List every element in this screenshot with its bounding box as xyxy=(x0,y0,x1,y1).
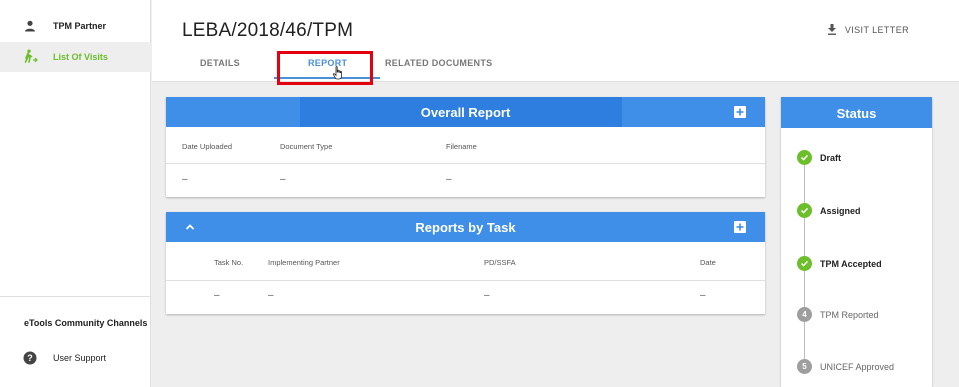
check-icon xyxy=(797,256,812,271)
status-step-assigned: Assigned xyxy=(797,203,861,218)
column-header-implementing-partner: Implementing Partner xyxy=(268,258,340,267)
status-step-label: Draft xyxy=(820,152,842,163)
status-connector xyxy=(804,322,805,360)
sidebar-item-label: List Of Visits xyxy=(53,52,108,62)
check-icon xyxy=(797,203,812,218)
visit-letter-button[interactable]: VISIT LETTER xyxy=(827,24,909,35)
check-icon xyxy=(797,150,812,165)
person-icon xyxy=(22,18,38,34)
step-number-badge: 4 xyxy=(797,307,812,322)
status-step-label: Assigned xyxy=(820,205,861,216)
status-step-label: UNICEF Approved xyxy=(820,361,895,372)
cell-pd-ssfa: – xyxy=(484,290,490,301)
plus-icon xyxy=(736,108,744,116)
reports-by-task-header: Reports by Task xyxy=(166,212,765,242)
status-step-draft: Draft xyxy=(797,150,841,165)
visit-letter-label: VISIT LETTER xyxy=(844,24,909,35)
status-panel: Status Draft Assigned TPM Accepted 4 TPM… xyxy=(781,97,932,387)
tab-related-documents[interactable]: RELATED DOCUMENTS xyxy=(385,58,492,68)
cell-task-no: – xyxy=(214,290,220,301)
status-connector xyxy=(804,218,805,258)
status-step-tpm-accepted: TPM Accepted xyxy=(797,256,882,271)
page-header: LEBA/2018/46/TPM VISIT LETTER DETAILS RE… xyxy=(152,0,959,85)
add-overall-report-button[interactable] xyxy=(734,106,746,118)
plus-icon xyxy=(736,223,744,231)
overall-report-header: Overall Report xyxy=(166,97,765,127)
sidebar-item-user-support[interactable]: ? User Support xyxy=(0,346,151,370)
community-channels-link[interactable]: eTools Community Channels xyxy=(24,318,147,328)
page-title: LEBA/2018/46/TPM xyxy=(182,20,354,41)
sidebar: TPM Partner List Of Visits eTools Commun… xyxy=(0,0,151,387)
row-divider xyxy=(166,163,765,164)
status-step-label: TPM Reported xyxy=(820,309,879,320)
status-connector xyxy=(804,165,805,205)
download-icon xyxy=(827,24,837,35)
add-task-report-button[interactable] xyxy=(734,221,746,233)
status-step-label: TPM Accepted xyxy=(820,258,882,269)
svg-text:?: ? xyxy=(27,353,33,363)
sidebar-item-label: TPM Partner xyxy=(53,21,107,31)
column-header-filename: Filename xyxy=(446,142,477,151)
tab-highlight-annotation xyxy=(277,51,373,85)
status-step-tpm-reported: 4 TPM Reported xyxy=(797,307,879,322)
tab-details[interactable]: DETAILS xyxy=(200,58,240,68)
cell-date-uploaded: – xyxy=(182,174,188,185)
sidebar-item-list-of-visits[interactable]: List Of Visits xyxy=(0,42,151,72)
cell-implementing-partner: – xyxy=(268,290,274,301)
status-title: Status xyxy=(781,97,932,128)
reports-by-task-card: Reports by Task Task No. Implementing Pa… xyxy=(166,212,765,314)
step-number-badge: 5 xyxy=(797,359,812,374)
row-divider xyxy=(166,280,765,281)
reports-by-task-title: Reports by Task xyxy=(415,220,516,235)
help-icon: ? xyxy=(22,350,38,366)
status-connector xyxy=(804,271,805,307)
column-header-task-no: Task No. xyxy=(214,258,244,267)
column-header-date-uploaded: Date Uploaded xyxy=(182,142,233,151)
overall-report-card: Overall Report Date Uploaded Document Ty… xyxy=(166,97,765,197)
cell-filename: – xyxy=(446,174,452,185)
cell-date: – xyxy=(700,290,706,301)
column-header-pd-ssfa: PD/SSFA xyxy=(484,258,516,267)
status-step-unicef-approved: 5 UNICEF Approved xyxy=(797,359,894,374)
walking-person-icon xyxy=(22,49,38,65)
sidebar-divider xyxy=(0,296,151,297)
sidebar-item-tpm-partner[interactable]: TPM Partner xyxy=(0,14,151,38)
overall-report-title: Overall Report xyxy=(420,105,511,120)
column-header-document-type: Document Type xyxy=(280,142,333,151)
cell-document-type: – xyxy=(280,174,286,185)
sidebar-item-label: User Support xyxy=(53,353,107,363)
hand-cursor-icon xyxy=(332,66,342,80)
column-header-date: Date xyxy=(700,258,716,267)
